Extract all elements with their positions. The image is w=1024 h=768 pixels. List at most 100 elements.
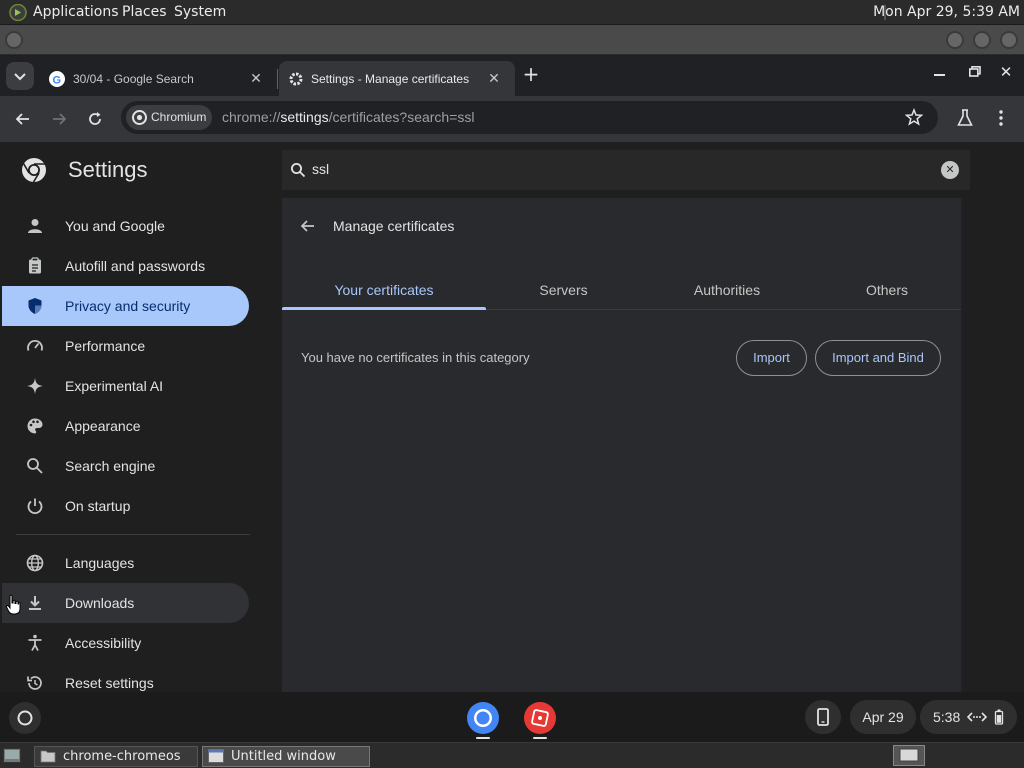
menu-applications[interactable]: Applications [33,4,119,20]
manage-certificates-card: Manage certificates Your certificates Se… [282,198,962,692]
tab-settings-certificates[interactable]: Settings - Manage certificates ✕ [279,61,515,96]
sidebar-item-label: On startup [65,498,131,514]
shelf-chromium-app-icon[interactable] [466,701,500,735]
taskbar-item-chrome-chromeos[interactable]: chrome-chromeos [34,746,198,767]
forward-arrow-icon[interactable] [49,109,69,129]
labs-flask-icon[interactable] [956,108,974,128]
sidebar-item-on-startup[interactable]: On startup [2,486,249,526]
power-icon [25,496,45,516]
settings-gear-icon [288,71,304,87]
clear-search-icon[interactable]: ✕ [941,161,959,179]
sidebar-item-label: Performance [65,338,146,354]
frame-minimize-button[interactable] [946,31,964,49]
sidebar-item-search-engine[interactable]: Search engine [2,446,249,486]
bookmark-star-icon[interactable] [905,108,923,126]
status-tray[interactable]: 5:38 [920,700,1017,734]
sidebar-item-label: Downloads [65,595,135,611]
sidebar-item-experimental-ai[interactable]: Experimental AI [2,366,249,406]
tab-close-icon[interactable]: ✕ [486,70,502,86]
scrollbar-track[interactable] [961,198,963,692]
menu-system[interactable]: System [174,4,226,20]
globe-icon [25,553,45,573]
close-window-icon[interactable]: ✕ [999,63,1013,81]
menu-places[interactable]: Places [122,4,167,20]
sidebar-item-label: Search engine [65,458,156,474]
launcher-circle-icon [17,710,33,726]
phone-hub-button[interactable] [805,700,841,734]
settings-search-box[interactable]: ssl ✕ [282,150,970,190]
page-title: Manage certificates [333,218,455,234]
sidebar-item-privacy-security[interactable]: Privacy and security [2,286,249,326]
sidebar-item-performance[interactable]: Performance [2,326,249,366]
sidebar-item-label: Languages [65,555,135,571]
chromeos-shelf: Apr 29 5:38 [0,692,1024,742]
shelf-date[interactable]: Apr 29 [850,700,916,734]
sidebar-item-languages[interactable]: Languages [2,543,249,583]
sidebar-item-label: Appearance [65,418,141,434]
menu-kebab-icon[interactable] [996,108,1006,128]
url-host: settings [280,109,329,125]
minimize-icon[interactable] [934,74,945,76]
sidebar-item-appearance[interactable]: Appearance [2,406,249,446]
taskbar-item-untitled-window[interactable]: Untitled window [202,746,370,767]
sidebar-item-autofill[interactable]: Autofill and passwords [2,246,249,286]
tab-close-icon[interactable]: ✕ [248,70,264,86]
shelf-red-app-icon[interactable] [523,701,557,735]
svg-text:G: G [53,75,62,87]
hand-cursor-icon [5,594,21,616]
sidebar-item-downloads[interactable]: Downloads [2,583,249,623]
sidebar-item-label: Autofill and passwords [65,258,206,274]
panel-clock[interactable]: Mon Apr 29, 5:39 AM [873,4,1020,20]
url-path: /certificates?search=ssl [328,109,475,125]
sidebar-divider [16,534,250,535]
tab-others[interactable]: Others [808,270,966,310]
tab-title: Settings - Manage certificates [311,72,470,86]
tab-servers[interactable]: Servers [486,270,641,310]
sidebar-item-you-and-google[interactable]: You and Google [2,206,249,246]
shield-icon [25,296,45,316]
search-input[interactable]: ssl [312,161,329,177]
import-button[interactable]: Import [736,340,807,376]
sidebar-item-accessibility[interactable]: Accessibility [2,623,249,663]
omnibox[interactable]: Chromium chrome://settings/certificates?… [121,101,938,134]
chromium-icon [132,110,147,125]
window-icon [208,749,224,763]
frame-maximize-button[interactable] [973,31,991,49]
running-indicator [533,737,547,739]
chevron-down-icon [14,73,26,81]
empty-state-message: You have no certificates in this categor… [301,350,530,365]
launcher-button[interactable] [9,702,41,734]
sidebar-item-label: Privacy and security [65,298,191,314]
tab-search-button[interactable] [6,62,34,90]
sidebar-item-label: Reset settings [65,675,154,691]
window-frame-titlebar[interactable] [0,25,1024,55]
sidebar-item-label: Experimental AI [65,378,164,394]
shelf-time: 5:38 [933,709,961,725]
import-and-bind-button[interactable]: Import and Bind [815,340,941,376]
taskbar-label: chrome-chromeos [63,749,181,764]
tab-your-certificates[interactable]: Your certificates [282,270,486,310]
reload-icon[interactable] [85,109,105,129]
back-arrow-icon[interactable] [299,217,317,235]
speedometer-icon [25,336,45,356]
chromium-logo-icon [21,157,47,183]
window-menu-button[interactable] [5,31,23,49]
tab-authorities[interactable]: Authorities [646,270,808,310]
restore-icon[interactable] [969,66,981,77]
frame-close-button[interactable] [1000,31,1018,49]
settings-title: Settings [68,157,148,182]
show-desktop-icon[interactable] [3,748,21,763]
gnome-foot-icon[interactable] [9,4,27,21]
browser-tabstrip: G 30/04 - Google Search ✕ Settings - Man… [0,56,1024,96]
workspace-thumbnail-icon [899,748,919,762]
workspace-switcher[interactable] [893,745,925,766]
new-tab-button[interactable]: + [522,64,540,84]
tab-google-search[interactable]: G 30/04 - Google Search ✕ [40,61,276,96]
clipboard-icon [25,256,45,276]
settings-sidebar: You and Google Autofill and passwords Pr… [0,198,282,692]
url-text[interactable]: chrome://settings/certificates?search=ss… [222,109,475,125]
search-icon [25,456,45,476]
site-info-chip[interactable]: Chromium [126,105,212,130]
back-arrow-icon[interactable] [13,109,33,129]
settings-header: Settings ssl ✕ [0,142,1024,198]
